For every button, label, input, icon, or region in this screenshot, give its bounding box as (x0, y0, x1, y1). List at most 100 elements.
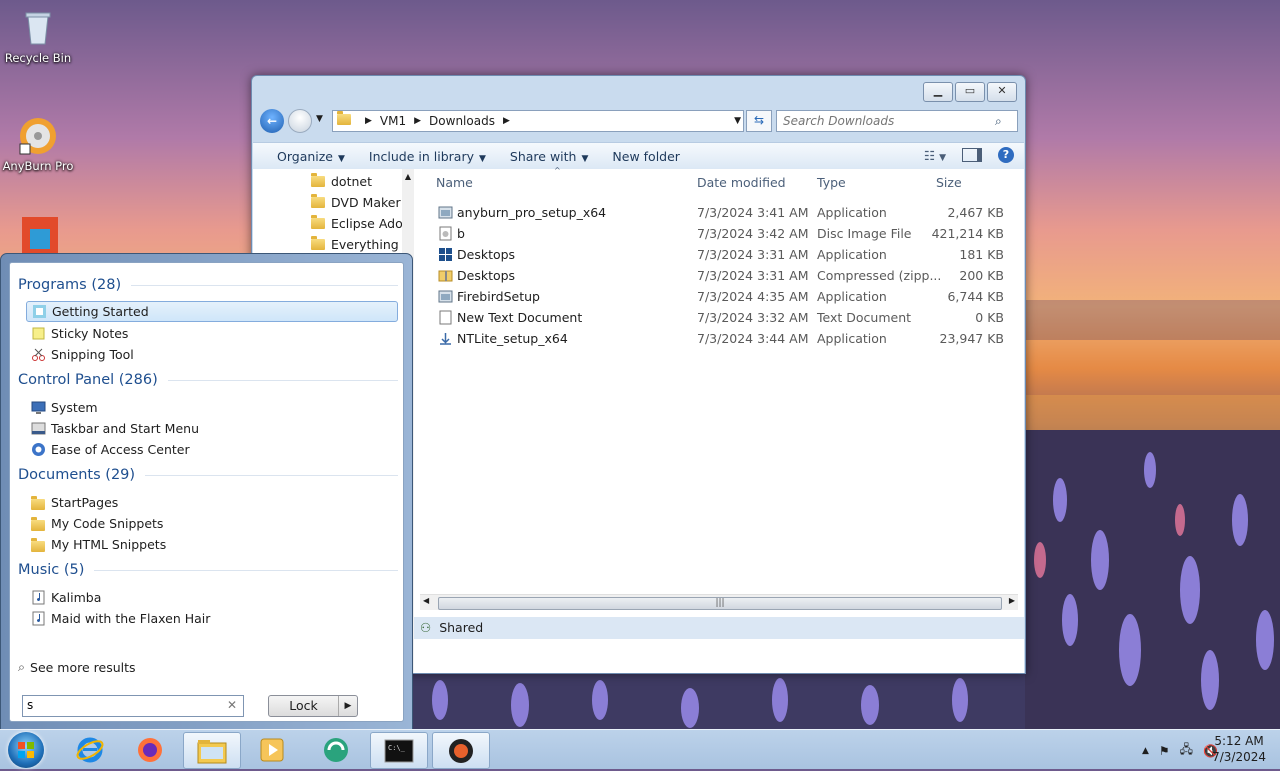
breadcrumb-sep-icon[interactable]: ▶ (503, 116, 510, 126)
help-icon[interactable]: ? (998, 147, 1014, 163)
column-size[interactable]: Size (936, 175, 962, 190)
result-kalimba[interactable]: Kalimba (26, 587, 396, 608)
result-taskbar-start-menu[interactable]: Taskbar and Start Menu (26, 418, 396, 439)
taskbar-app-green[interactable] (308, 732, 364, 767)
action-center-flag-icon[interactable]: ⚑ (1159, 744, 1170, 758)
nav-item[interactable]: Eclipse Adopt (311, 213, 414, 234)
file-row[interactable]: FirebirdSetup 7/3/2024 4:35 AM Applicati… (414, 286, 1024, 307)
clock-date: 7/3/2024 (1212, 750, 1266, 764)
app-tile-icon (18, 215, 58, 255)
start-menu[interactable]: Programs (28) Getting Started Sticky Not… (0, 253, 413, 731)
music-file-icon (32, 590, 45, 605)
view-options-icon[interactable]: ☷ ▼ (924, 148, 946, 163)
column-name[interactable]: Name (436, 175, 473, 190)
file-row[interactable]: anyburn_pro_setup_x64 7/3/2024 3:41 AM A… (414, 202, 1024, 223)
result-system[interactable]: System (26, 397, 396, 418)
start-button[interactable] (8, 732, 44, 768)
breadcrumb-sep-icon[interactable]: ▶ (414, 116, 421, 126)
show-hidden-icons-icon[interactable]: ▲ (1142, 746, 1149, 756)
lock-button[interactable]: Lock ▶ (268, 695, 358, 717)
getting-started-icon (33, 305, 46, 318)
see-more-results-link[interactable]: ⌕ See more results (18, 659, 136, 675)
nav-item[interactable]: dotnet (311, 171, 372, 192)
sort-arrow-icon: ^ (554, 166, 561, 175)
search-box[interactable]: ⌕ (776, 110, 1018, 132)
organize-button[interactable]: Organize ▼ (277, 149, 345, 164)
folder-icon (311, 173, 325, 187)
windows-logo-icon (18, 742, 34, 758)
preview-pane-icon[interactable] (962, 148, 982, 162)
forward-button[interactable] (288, 109, 312, 133)
new-folder-button[interactable]: New folder (612, 149, 680, 164)
start-search-input[interactable] (23, 696, 221, 714)
maximize-button[interactable]: ▭ (955, 82, 985, 102)
minimize-button[interactable]: ▁ (923, 82, 953, 102)
toolbar-right: ☷ ▼ ? (924, 147, 1014, 163)
result-sticky-notes[interactable]: Sticky Notes (26, 323, 396, 344)
group-heading-control-panel[interactable]: Control Panel (286) (18, 372, 398, 388)
file-row[interactable]: Desktops 7/3/2024 3:31 AM Application 18… (414, 244, 1024, 265)
desktop-icon-label: AnyBurn Pro (2, 159, 74, 173)
file-row[interactable]: Desktops 7/3/2024 3:31 AM Compressed (zi… (414, 265, 1024, 286)
nav-item[interactable]: Everything (311, 234, 399, 255)
recent-pages-dropdown[interactable]: ▼ (316, 114, 323, 124)
taskbar-media-player[interactable] (244, 732, 300, 767)
result-maid-flaxen-hair[interactable]: Maid with the Flaxen Hair (26, 608, 396, 629)
sticky-notes-icon (32, 327, 45, 340)
desktop-icon-partial[interactable] (0, 215, 76, 258)
scroll-left-icon[interactable]: ◀ (423, 596, 429, 605)
desktop-icon-anyburn-pro[interactable]: AnyBurn Pro (0, 116, 76, 173)
share-with-button[interactable]: Share with ▼ (510, 149, 589, 164)
breadcrumb-downloads[interactable]: Downloads (429, 114, 495, 128)
scroll-right-icon[interactable]: ▶ (1009, 596, 1015, 605)
group-heading-music[interactable]: Music (5) (18, 562, 398, 578)
horizontal-scrollbar[interactable]: ◀ ||| ▶ (420, 594, 1018, 610)
include-in-library-button[interactable]: Include in library ▼ (369, 149, 486, 164)
scrollbar-thumb[interactable]: ||| (438, 597, 1002, 610)
taskbar-settings-icon (31, 422, 46, 435)
scroll-up-icon[interactable]: ▲ (402, 169, 414, 181)
result-my-html-snippets[interactable]: My HTML Snippets (26, 534, 396, 555)
taskbar-windows-explorer[interactable] (183, 732, 241, 769)
close-button[interactable]: ✕ (987, 82, 1017, 102)
search-icon[interactable]: ⌕ (995, 114, 1002, 129)
taskbar-internet-explorer[interactable] (62, 732, 118, 767)
file-list[interactable]: Name ^ Date modified Type Size anyburn_p… (414, 166, 1024, 673)
refresh-button[interactable]: ⇆ (746, 110, 772, 132)
file-row[interactable]: b 7/3/2024 3:42 AM Disc Image File 421,2… (414, 223, 1024, 244)
start-results-panel: Programs (28) Getting Started Sticky Not… (9, 262, 404, 722)
result-startpages[interactable]: StartPages (26, 492, 396, 513)
search-input[interactable] (777, 113, 995, 129)
address-bar[interactable]: ▶ VM1 ▶ Downloads ▶ ▼ (332, 110, 744, 132)
taskbar-firefox[interactable] (122, 732, 178, 767)
back-button[interactable]: ← (260, 109, 284, 133)
group-heading-documents[interactable]: Documents (29) (18, 467, 398, 483)
clear-search-icon[interactable]: ✕ (227, 698, 237, 712)
column-date-modified[interactable]: Date modified (697, 175, 786, 190)
breadcrumb-vm1[interactable]: VM1 (380, 114, 406, 128)
result-getting-started[interactable]: Getting Started (26, 301, 398, 322)
file-row[interactable]: New Text Document 7/3/2024 3:32 AM Text … (414, 307, 1024, 328)
file-row[interactable]: NTLite_setup_x64 7/3/2024 3:44 AM Applic… (414, 328, 1024, 349)
power-options-arrow-icon[interactable]: ▶ (339, 696, 357, 716)
breadcrumb-sep-icon[interactable]: ▶ (365, 116, 372, 126)
shared-icon: ⚇ (420, 620, 432, 635)
desktop-icon-recycle-bin[interactable]: Recycle Bin (0, 8, 76, 65)
folder-icon (311, 236, 325, 250)
result-my-code-snippets[interactable]: My Code Snippets (26, 513, 396, 534)
address-dropdown-icon[interactable]: ▼ (734, 116, 741, 126)
taskbar-command-prompt[interactable]: C:\_ (370, 732, 428, 769)
media-player-icon (260, 738, 284, 761)
start-search-box[interactable]: ✕ (22, 695, 244, 717)
clock[interactable]: 5:12 AM 7/3/2024 (1212, 733, 1266, 765)
group-heading-programs[interactable]: Programs (28) (18, 277, 398, 293)
lock-label[interactable]: Lock (269, 696, 339, 716)
network-icon[interactable]: 🖧 (1180, 740, 1193, 761)
column-type[interactable]: Type (817, 175, 846, 190)
result-ease-of-access[interactable]: Ease of Access Center (26, 439, 396, 460)
folder-icon (31, 516, 46, 531)
nav-item[interactable]: DVD Maker (311, 192, 401, 213)
music-file-icon (32, 611, 45, 626)
taskbar-quick-app[interactable] (432, 732, 490, 769)
result-snipping-tool[interactable]: Snipping Tool (26, 344, 396, 365)
